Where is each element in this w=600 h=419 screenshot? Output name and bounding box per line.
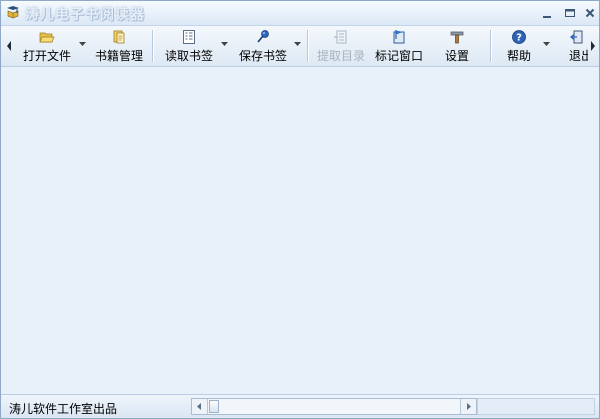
open-file-dropdown-icon[interactable] — [79, 42, 86, 46]
close-icon[interactable] — [582, 5, 598, 21]
books-icon — [113, 30, 125, 44]
folder-open-icon — [39, 32, 55, 43]
toolbar-separator — [307, 30, 308, 62]
help-button[interactable]: ? 帮助 — [501, 28, 537, 64]
title-bar[interactable]: 涛儿电子书阅读器 — [1, 1, 599, 26]
toolbar-separator — [490, 30, 491, 62]
save-bookmark-dropdown-icon[interactable] — [294, 42, 301, 46]
save-bookmark-label: 保存书签 — [238, 49, 287, 63]
book-manage-label: 书籍管理 — [94, 49, 143, 63]
help-dropdown-icon[interactable] — [543, 42, 550, 46]
open-file-button[interactable]: 打开文件 — [16, 28, 78, 64]
tools-icon — [450, 31, 464, 44]
open-file-label: 打开文件 — [22, 49, 71, 63]
window-title: 涛儿电子书阅读器 — [25, 7, 145, 23]
reading-area[interactable] — [1, 67, 599, 394]
help-icon: ? — [512, 30, 526, 44]
scroll-right-arrow[interactable] — [460, 399, 476, 414]
status-bar: 涛儿软件工作室出品 — [1, 394, 599, 418]
book-manage-button[interactable]: 书籍管理 — [93, 28, 145, 64]
main-toolbar: 打开文件 书籍管理 读取书签 保存书签 提取目录 标记窗口 设置 ? 帮助 退 — [1, 26, 599, 67]
toolbar-scroll-right-icon[interactable] — [588, 29, 598, 63]
arrow-left-icon — [197, 403, 201, 410]
exit-icon — [570, 30, 583, 44]
settings-label: 设置 — [444, 49, 469, 63]
app-window: 涛儿电子书阅读器 打开文件 书籍管理 读取书签 保存书签 提取目录 标记窗口 设… — [0, 0, 600, 419]
extract-toc-icon — [334, 30, 347, 44]
mark-window-label: 标记窗口 — [374, 49, 423, 63]
exit-button[interactable]: 退出 — [566, 28, 588, 64]
help-label: 帮助 — [506, 49, 531, 63]
arrow-right-icon — [467, 403, 471, 410]
settings-button[interactable]: 设置 — [437, 28, 477, 64]
scroll-thumb[interactable] — [209, 400, 219, 413]
svg-text:?: ? — [516, 33, 522, 44]
bookmark-list-icon — [183, 30, 195, 44]
flag-window-icon — [393, 30, 405, 44]
load-bookmark-dropdown-icon[interactable] — [221, 42, 228, 46]
toolbar-scroll-left-icon[interactable] — [4, 29, 14, 63]
status-progress-scrollbar[interactable] — [191, 398, 477, 415]
mark-window-button[interactable]: 标记窗口 — [372, 28, 426, 64]
extract-toc-label: 提取目录 — [316, 49, 365, 63]
status-text: 涛儿软件工作室出品 — [9, 402, 118, 416]
exit-label: 退出 — [569, 49, 588, 63]
load-bookmark-button[interactable]: 读取书签 — [161, 28, 217, 64]
app-book-icon — [7, 6, 19, 19]
scroll-left-arrow[interactable] — [192, 399, 208, 414]
save-bookmark-button[interactable]: 保存书签 — [235, 28, 291, 64]
maximize-icon[interactable] — [562, 5, 578, 21]
load-bookmark-label: 读取书签 — [164, 49, 213, 63]
toolbar-separator — [152, 30, 153, 62]
extract-toc-button[interactable]: 提取目录 — [314, 28, 368, 64]
status-pane — [477, 398, 595, 415]
minimize-icon[interactable] — [539, 5, 555, 21]
pin-icon — [257, 30, 269, 43]
